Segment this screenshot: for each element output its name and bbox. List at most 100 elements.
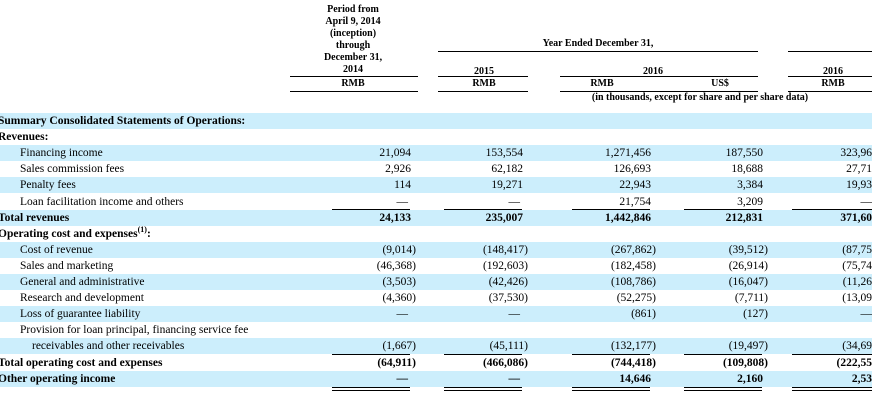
row-label-text: receivables and other receivables <box>32 340 185 353</box>
row-label-text: Financing income <box>20 147 103 160</box>
cell-value: 371,60 <box>840 211 872 224</box>
col1-header-line: December 31, <box>323 52 383 63</box>
cell-value: 323,96 <box>840 147 872 160</box>
cell-value: (3,503) <box>382 276 416 288</box>
total-rule <box>444 389 522 391</box>
row-label: receivables and other receivables <box>32 338 184 354</box>
row-label: General and administrative <box>20 274 145 290</box>
col1-currency: RMB <box>341 78 365 89</box>
total-rule <box>572 389 650 391</box>
row-label-text: Summary Consolidated Statements of Opera… <box>0 115 246 127</box>
total-rule <box>792 389 872 391</box>
col1-header-line: Period from <box>327 4 379 15</box>
cell-value: — <box>396 195 409 208</box>
total-rule <box>332 386 410 388</box>
col2-year-rule <box>438 76 528 77</box>
cell-value: (13,09 <box>842 292 872 305</box>
row-label-text: Provision for loan principal, financing … <box>20 324 249 337</box>
cell-value: (108,786) <box>610 276 656 288</box>
cell-value: 1,271,456 <box>605 147 651 160</box>
total-rule <box>572 386 650 388</box>
cell-value: — <box>860 195 872 208</box>
cell-value: (222,55 <box>836 356 872 369</box>
cell-value: (4,360) <box>382 292 416 305</box>
cell-value: (34,69 <box>842 340 872 353</box>
cell-value: (46,368) <box>376 259 416 272</box>
cell-value: — <box>508 372 521 385</box>
col5-currency-rule <box>788 91 872 92</box>
cell-value: (132,177) <box>610 340 656 353</box>
col2-currency-rule <box>438 91 528 92</box>
cell-value: — <box>396 308 409 321</box>
cell-value: 126,693 <box>613 163 651 176</box>
cell-value: (52,275) <box>616 292 656 305</box>
cell-value: (64,911) <box>377 356 416 369</box>
row-label: Total revenues <box>0 210 69 226</box>
cell-value: 19,93 <box>846 179 872 192</box>
cell-value: (7,711) <box>734 292 768 305</box>
cell-value: 2,53 <box>851 372 872 385</box>
col5-year-rule <box>788 76 872 77</box>
col1-header-line: through <box>335 40 371 51</box>
cell-value: — <box>396 372 409 385</box>
units-note: (in thousands, except for share and per … <box>591 92 809 103</box>
total-rule <box>332 389 410 391</box>
row-label: Financing income <box>20 145 103 161</box>
row-label-text: Total revenues <box>0 211 70 224</box>
row-label-text: Cost of revenue <box>20 243 93 256</box>
row-label: Revenues: <box>0 129 48 145</box>
row-label: Loan facilitation income and others <box>20 194 184 210</box>
cell-value: 21,754 <box>619 195 651 208</box>
row-label-text: Loan facilitation income and others <box>20 195 184 208</box>
cell-value: 21,094 <box>379 147 411 160</box>
cell-value: 153,554 <box>485 147 523 160</box>
cell-value: (26,914) <box>728 259 768 272</box>
cell-value: (37,530) <box>488 292 528 305</box>
col1-year-rule <box>290 76 418 77</box>
col1-header-line: 2014 <box>343 64 363 75</box>
row-label: Sales commission fees <box>20 161 124 177</box>
cell-value: 18,688 <box>731 163 763 176</box>
row-label-text: Operating cost and expenses <box>0 227 138 240</box>
row-label: Loss of guarantee liability <box>20 306 140 322</box>
cell-value: (16,047) <box>728 276 768 288</box>
cell-value: 2,926 <box>385 163 411 176</box>
row-label: Penalty fees <box>20 177 76 193</box>
total-rule <box>684 386 762 388</box>
cell-value: (45,111) <box>489 340 528 353</box>
total-rule <box>684 389 762 391</box>
cell-value: 1,442,846 <box>605 211 651 224</box>
row-label: Total operating cost and expenses <box>0 355 162 371</box>
span-title-rule <box>438 51 758 52</box>
col1-header: Period from April 9, 2014 (inception) th… <box>308 4 398 76</box>
cell-value: (861) <box>631 308 656 321</box>
row-label: Sales and marketing <box>20 258 113 274</box>
span-title: Year Ended December 31, <box>542 38 654 49</box>
cell-value: 3,384 <box>737 179 763 192</box>
cell-value: (75,74 <box>842 259 872 272</box>
cell-value: 27,71 <box>846 163 872 176</box>
row-label: Operating cost and expenses(1): <box>0 225 151 242</box>
cell-value: (127) <box>743 308 768 321</box>
col3-year-rule <box>560 76 758 77</box>
col1-currency-rule <box>290 91 418 92</box>
cell-value: (1,667) <box>382 340 416 353</box>
row-label-text: Other operating income <box>0 372 116 385</box>
row-label: Cost of revenue <box>20 242 93 258</box>
row-label: Provision for loan principal, financing … <box>20 322 248 338</box>
col4-currency: US$ <box>711 78 729 89</box>
cell-value: (39,512) <box>728 243 768 256</box>
cell-value: (148,417) <box>482 243 528 256</box>
col1-header-line: April 9, 2014 <box>325 16 381 27</box>
cell-value: (11,26 <box>842 276 872 288</box>
row-label-text: Research and development <box>20 292 144 305</box>
cell-value: (42,426) <box>488 276 528 288</box>
cell-value: (87,75 <box>842 243 872 256</box>
cell-value: 187,550 <box>725 147 763 160</box>
cell-value: (744,418) <box>610 356 656 369</box>
cell-value: 62,182 <box>491 163 523 176</box>
cell-value: (466,086) <box>482 356 528 369</box>
row-label: Summary Consolidated Statements of Opera… <box>0 113 245 129</box>
col3-currency: RMB <box>590 78 614 89</box>
cell-value: 14,646 <box>619 372 651 385</box>
